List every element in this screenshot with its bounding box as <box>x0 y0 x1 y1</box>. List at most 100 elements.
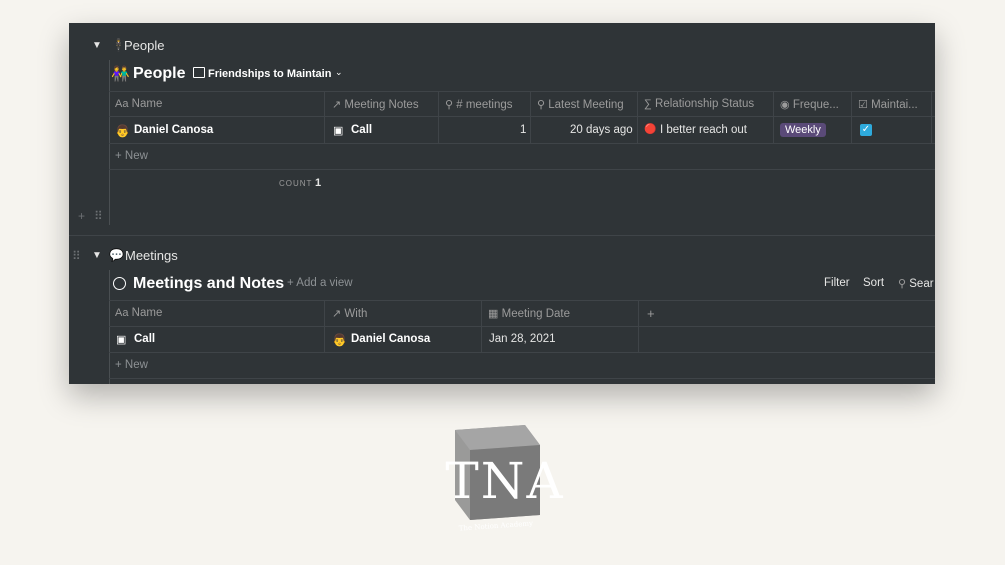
col-divider <box>481 300 482 352</box>
meeting-date-cell[interactable]: Jan 28, 2021 <box>489 333 556 345</box>
col-divider <box>324 300 325 352</box>
col-divider <box>638 300 639 352</box>
row-bottom-border <box>109 352 935 353</box>
red-circle-icon: 🔴 <box>644 124 657 135</box>
col-label: Maintai... <box>871 99 918 111</box>
new-label: New <box>124 359 148 371</box>
speech-bubble-icon: ▣ <box>116 334 127 346</box>
col-label: Name <box>131 307 163 319</box>
col-relationship-status-header[interactable]: ∑ Relationship Status <box>644 98 754 110</box>
person-avatar: 👨 <box>332 333 347 347</box>
table-view-icon <box>193 67 205 78</box>
col-label: Meeting Notes <box>344 99 419 111</box>
col-divider <box>637 91 638 143</box>
col-label: With <box>344 308 368 320</box>
col-divider <box>530 91 531 143</box>
col-label: Latest Meeting <box>548 99 624 111</box>
text-property-icon: Aa <box>115 307 129 319</box>
frequency-tag[interactable]: Weekly <box>780 123 826 137</box>
header-bottom-border <box>109 326 935 327</box>
plus-icon: + <box>287 277 294 289</box>
person-name-cell[interactable]: Daniel Canosa <box>134 124 213 136</box>
plus-icon: + <box>115 150 122 162</box>
text-property-icon: Aa <box>115 98 129 110</box>
col-label: Name <box>131 98 163 110</box>
new-bottom-border <box>109 378 935 379</box>
meetings-toggle-icon[interactable]: ▼ <box>92 250 102 261</box>
meetings-new-button[interactable]: + New <box>115 359 148 371</box>
new-label: New <box>124 150 148 162</box>
meetings-db-title[interactable]: Meetings and Notes <box>133 275 284 293</box>
latest-meeting-cell[interactable]: 20 days ago <box>570 124 633 136</box>
relation-arrow-icon: ↗ <box>332 99 342 111</box>
table-top-border <box>109 91 935 92</box>
speech-bubble-icon: ▣ <box>333 125 344 137</box>
col-with-header[interactable]: ↗ With <box>332 307 367 320</box>
plus-icon: + <box>115 359 122 371</box>
view-selector[interactable]: Friendships to Maintain <box>208 68 331 80</box>
col-label: Meeting Date <box>501 308 571 320</box>
people-section-title[interactable]: People <box>124 38 164 53</box>
formula-sigma-icon: ∑ <box>644 98 652 110</box>
people-new-button[interactable]: + New <box>115 150 148 162</box>
add-column-button[interactable]: + <box>647 306 655 321</box>
rollup-search-icon: ⚲ <box>445 99 454 111</box>
col-divider <box>773 91 774 143</box>
row-bottom-border <box>109 143 935 144</box>
relationship-status-cell[interactable]: I better reach out <box>660 124 747 136</box>
header-bottom-border <box>109 116 935 117</box>
drag-handle-icon[interactable]: ⠿ <box>72 249 81 263</box>
maintain-checkbox[interactable]: ✓ <box>860 124 872 136</box>
col-divider <box>438 91 439 143</box>
search-icon: ⚲ <box>898 278 907 290</box>
meetings-section-title[interactable]: Meetings <box>125 248 178 263</box>
meeting-with-cell[interactable]: Daniel Canosa <box>351 333 430 345</box>
select-icon: ◉ <box>780 99 790 111</box>
search-button[interactable]: ⚲ Sear <box>898 277 934 290</box>
col-label: # meetings <box>456 99 513 111</box>
count-label: COUNT <box>279 179 313 188</box>
col-meeting-notes-header[interactable]: ↗ Meeting Notes <box>332 98 419 111</box>
add-view-label: Add a view <box>296 277 353 289</box>
table-top-border <box>109 300 935 301</box>
section-divider <box>69 235 935 236</box>
chat-icon <box>113 277 126 290</box>
speech-emoji-icon: 💬 <box>109 248 124 262</box>
logo-letters: TNA <box>445 452 564 510</box>
logo-cube-graphic: TNA The Notion Academy <box>445 425 564 533</box>
search-label: Sear <box>909 278 934 290</box>
sort-button[interactable]: Sort <box>863 277 884 289</box>
filter-button[interactable]: Filter <box>824 277 850 289</box>
relation-arrow-icon: ↗ <box>332 308 342 320</box>
col-meeting-date-header[interactable]: ▦ Meeting Date <box>488 307 570 320</box>
col-divider <box>851 91 852 143</box>
notion-window: ▼ 🕴 People 👫 People Friendships to Maint… <box>69 23 935 384</box>
chevron-down-icon[interactable]: ⌄ <box>335 67 343 78</box>
col-name-header[interactable]: Aa Name <box>115 98 162 110</box>
col-maintain-header[interactable]: ☑ Maintai... <box>858 98 918 111</box>
col-meetings-count-header[interactable]: ⚲ # meetings <box>445 98 513 111</box>
people-db-icon: 👫 <box>111 66 130 83</box>
checkbox-property-icon: ☑ <box>858 99 868 111</box>
drag-handle-icon[interactable]: ⠿ <box>94 209 103 223</box>
people-db-title[interactable]: People <box>133 65 185 83</box>
col-divider <box>324 91 325 143</box>
meetings-count-cell[interactable]: 1 <box>520 124 526 136</box>
meeting-notes-cell[interactable]: Call <box>351 124 372 136</box>
new-bottom-border <box>109 169 935 170</box>
col-frequency-header[interactable]: ◉ Freque... <box>780 98 839 111</box>
rollup-search-icon: ⚲ <box>537 99 546 111</box>
people-toggle-icon[interactable]: ▼ <box>92 40 102 51</box>
add-block-icon[interactable]: + <box>78 209 85 223</box>
add-view-button[interactable]: + Add a view <box>287 277 353 289</box>
col-latest-meeting-header[interactable]: ⚲ Latest Meeting <box>537 98 624 111</box>
col-divider <box>931 91 932 143</box>
meeting-name-cell[interactable]: Call <box>134 333 155 345</box>
col-label: Relationship Status <box>655 98 755 110</box>
logo-subtitle: The Notion Academy <box>459 519 534 532</box>
count-value: 1 <box>315 177 322 189</box>
col-name-header[interactable]: Aa Name <box>115 307 162 319</box>
person-avatar: 👨 <box>115 124 130 138</box>
indent-guide <box>109 270 110 384</box>
tna-logo: TNA The Notion Academy <box>430 420 580 540</box>
